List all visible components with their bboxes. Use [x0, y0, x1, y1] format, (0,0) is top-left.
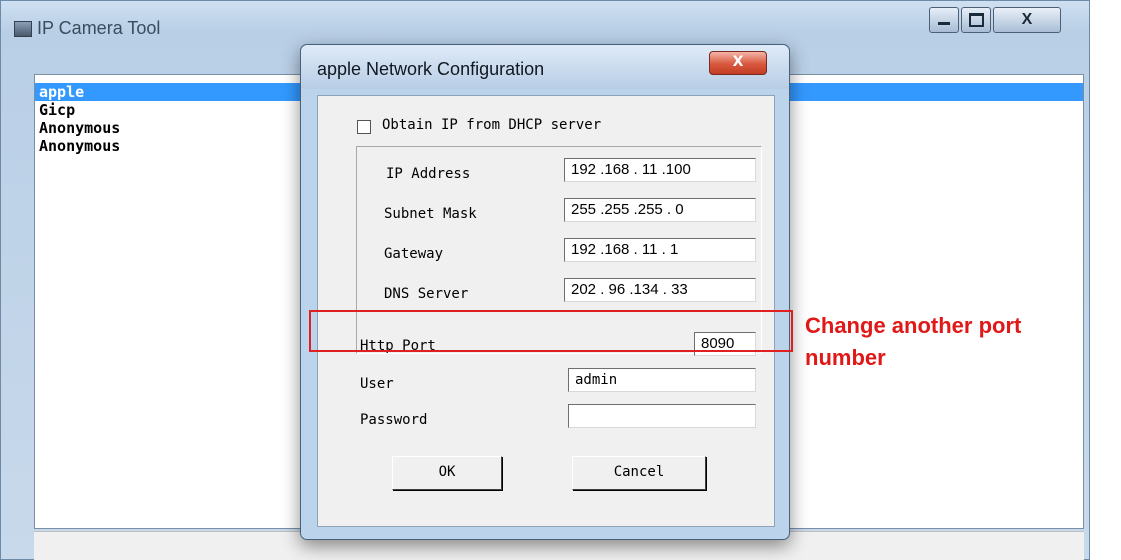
minimize-button[interactable]	[929, 7, 959, 33]
close-icon: X	[732, 54, 744, 70]
user-label: User	[360, 376, 394, 392]
dhcp-checkbox[interactable]	[357, 120, 371, 134]
ip-address-field[interactable]: 192 .168 . 11 .100	[564, 158, 756, 182]
subnet-mask-field[interactable]: 255 .255 .255 . 0	[564, 198, 756, 222]
close-button[interactable]: X	[993, 7, 1061, 33]
gateway-label: Gateway	[384, 246, 444, 262]
main-titlebar[interactable]: IP Camera Tool X	[1, 1, 1089, 41]
dialog-titlebar[interactable]: apple Network Configuration X	[301, 45, 789, 89]
dhcp-label: Obtain IP from DHCP server	[382, 117, 602, 133]
close-icon: X	[1021, 11, 1033, 28]
minimize-icon	[938, 22, 950, 26]
annotation-line-2: number	[805, 345, 886, 370]
password-label: Password	[360, 412, 428, 428]
maximize-button[interactable]	[961, 7, 991, 33]
ok-button[interactable]: OK	[392, 456, 502, 490]
subnet-mask-label: Subnet Mask	[384, 206, 477, 222]
http-port-highlight-box	[309, 310, 793, 352]
dialog-close-button[interactable]: X	[709, 51, 767, 75]
gateway-field[interactable]: 192 .168 . 11 . 1	[564, 238, 756, 262]
user-field[interactable]: admin	[568, 368, 756, 392]
password-field[interactable]	[568, 404, 756, 428]
dns-server-label: DNS Server	[384, 286, 469, 302]
dns-server-field[interactable]: 202 . 96 .134 . 33	[564, 278, 756, 302]
camera-app-icon	[14, 21, 32, 37]
annotation-line-1: Change another port	[805, 313, 1022, 338]
cancel-button[interactable]: Cancel	[572, 456, 706, 490]
network-config-dialog: apple Network Configuration X Obtain IP …	[300, 44, 790, 540]
port-annotation: Change another port number	[805, 310, 1115, 374]
ip-address-label: IP Address	[386, 166, 471, 182]
window-controls: X	[921, 7, 1091, 35]
maximize-icon	[968, 12, 984, 27]
app-title: IP Camera Tool	[37, 18, 161, 38]
dialog-title: apple Network Configuration	[317, 59, 545, 79]
